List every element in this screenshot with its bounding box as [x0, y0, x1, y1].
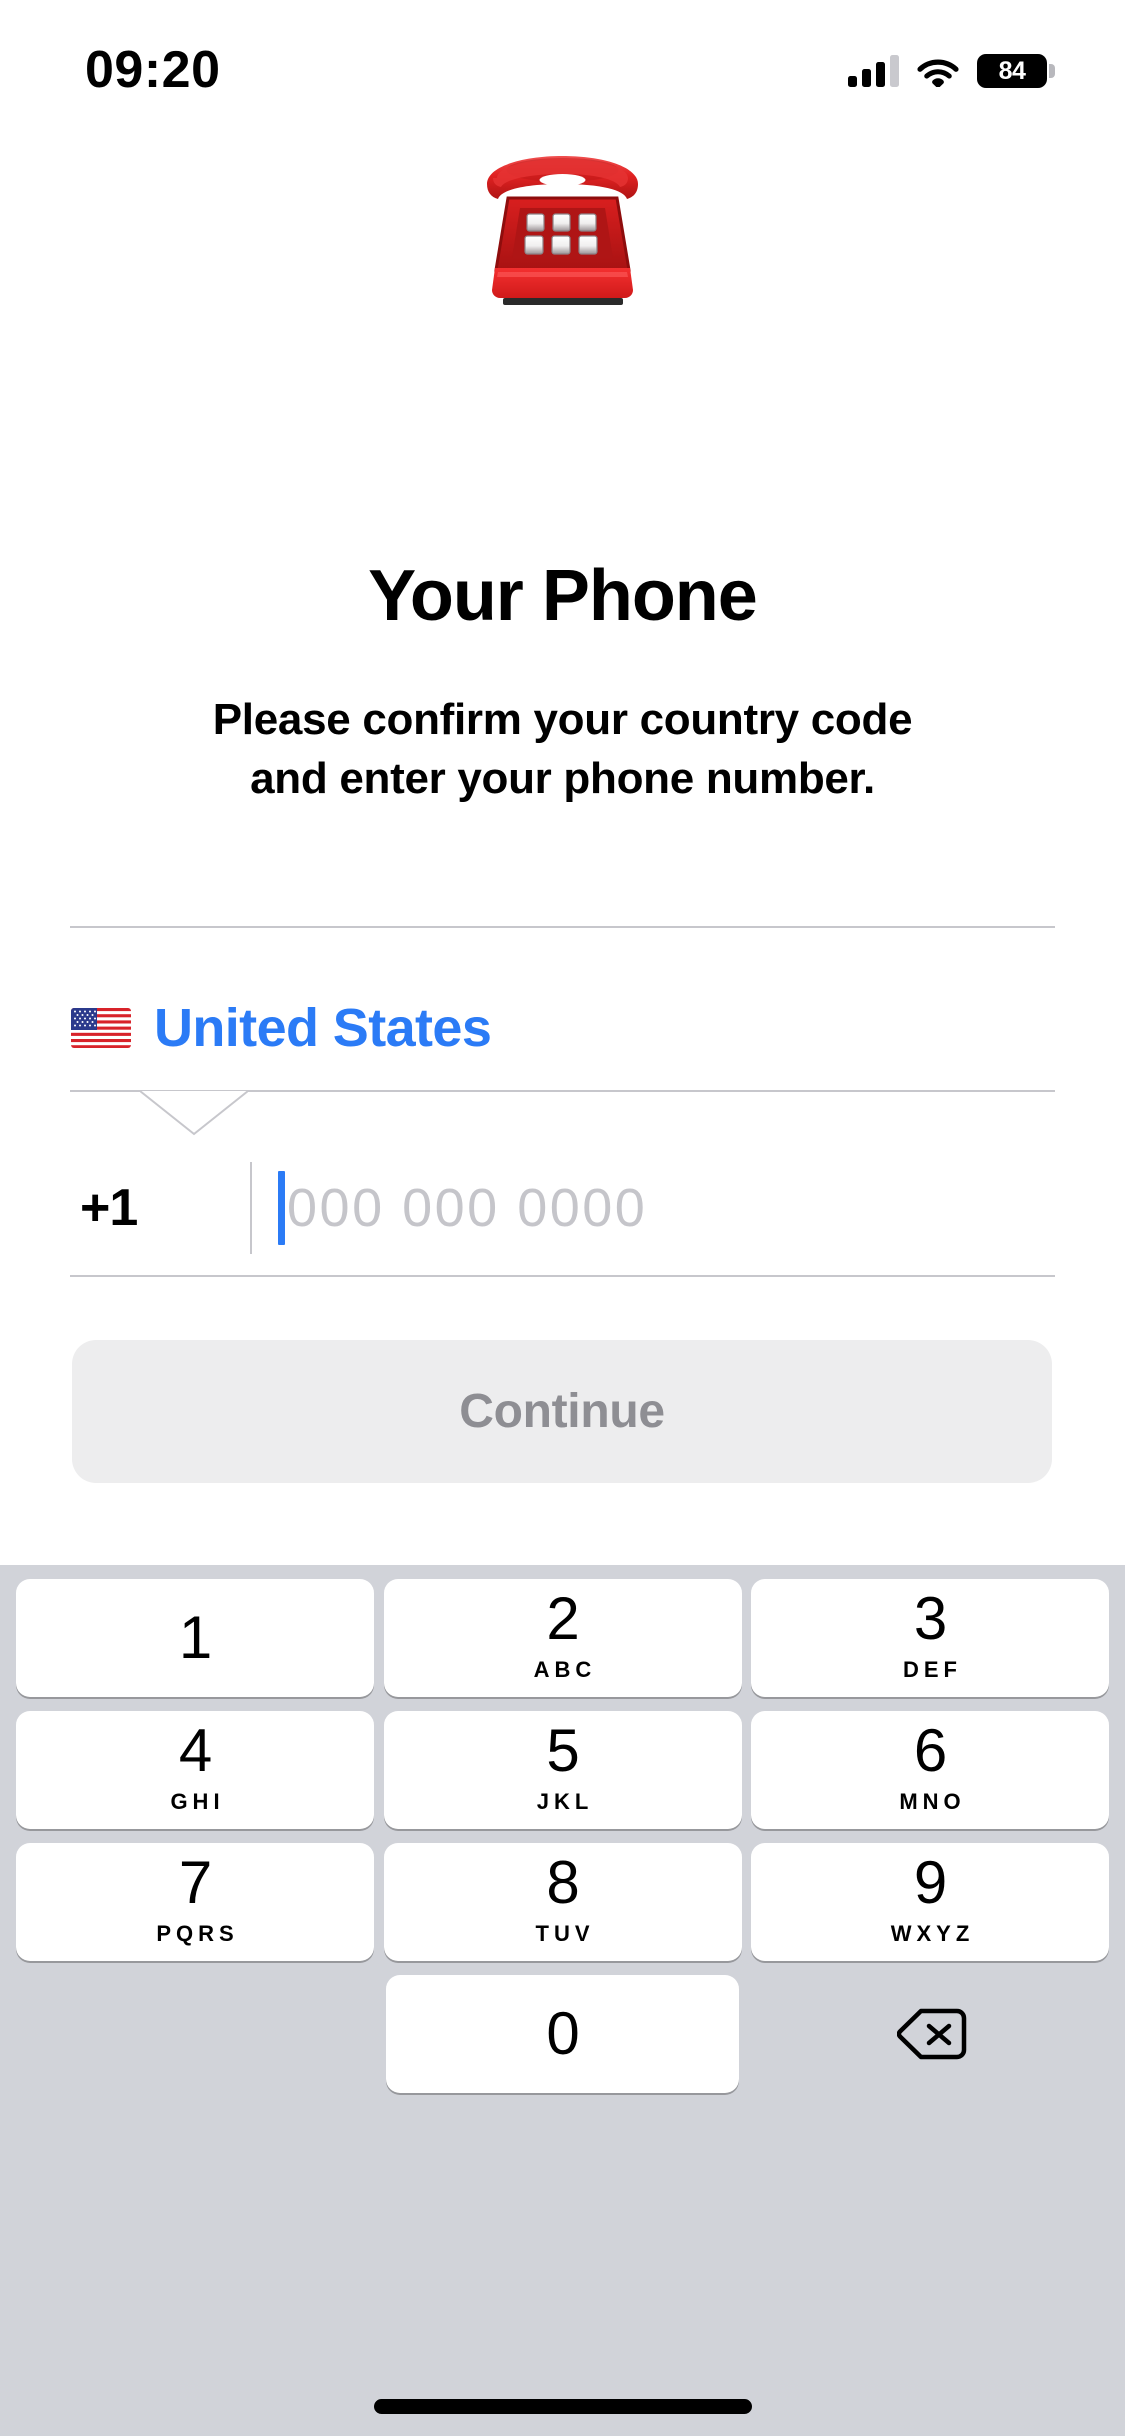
key-3[interactable]: 3 DEF — [751, 1579, 1109, 1697]
keyboard-row-2: 4 GHI 5 JKL 6 MNO — [0, 1711, 1125, 1829]
key-6[interactable]: 6 MNO — [751, 1711, 1109, 1829]
key-6-digit: 6 — [913, 1717, 947, 1784]
keyboard-blank-slot — [16, 1975, 369, 2093]
key-4[interactable]: 4 GHI — [16, 1711, 374, 1829]
key-2[interactable]: 2 ABC — [383, 1579, 742, 1697]
backspace-delete-icon — [897, 2008, 967, 2060]
key-8[interactable]: 8 TUV — [383, 1843, 742, 1961]
battery-icon: 84 — [977, 54, 1055, 88]
key-0-digit: 0 — [546, 2000, 579, 2067]
dial-code-label: +1 — [80, 1179, 138, 1237]
country-selector[interactable]: United States — [70, 975, 1055, 1080]
key-0[interactable]: 0 — [385, 1975, 740, 2093]
status-bar: 09:20 84 — [0, 0, 1125, 132]
key-5-letters: JKL — [536, 1789, 594, 1814]
numeric-keyboard: 1 2 ABC 3 DEF 4 GHI 5 JKL 6 MNO 7 PQRS 8… — [0, 1565, 1125, 2436]
wifi-icon — [917, 59, 959, 87]
country-selector-notch-icon — [140, 1090, 248, 1140]
home-indicator[interactable] — [373, 2399, 752, 2414]
phone-number-input[interactable]: 000 000 0000 — [252, 1140, 1055, 1276]
key-8-letters: TUV — [535, 1921, 595, 1946]
backspace-delete-key[interactable] — [756, 1975, 1109, 2093]
key-7[interactable]: 7 PQRS — [16, 1843, 374, 1961]
page-subtitle-line-2: and enter your phone number. — [250, 754, 875, 804]
key-9[interactable]: 9 WXYZ — [751, 1843, 1109, 1961]
key-3-letters: DEF — [903, 1657, 962, 1682]
key-1-digit: 1 — [178, 1604, 212, 1671]
key-4-letters: GHI — [170, 1789, 225, 1814]
key-6-letters: MNO — [899, 1789, 966, 1814]
telephone-emoji-graphic — [487, 156, 638, 305]
status-bar-time: 09:20 — [85, 41, 221, 99]
key-1[interactable]: 1 — [16, 1579, 374, 1697]
key-7-letters: PQRS — [156, 1921, 239, 1946]
country-name-label: United States — [154, 997, 492, 1058]
divider-above-country — [70, 926, 1055, 928]
keyboard-row-3: 7 PQRS 8 TUV 9 WXYZ — [0, 1843, 1125, 1961]
key-7-digit: 7 — [178, 1849, 212, 1916]
phone-number-placeholder: 000 000 0000 — [287, 1178, 648, 1238]
page-subtitle-line-1: Please confirm your country code — [212, 695, 913, 744]
key-9-letters: WXYZ — [890, 1921, 975, 1946]
keyboard-row-4: 0 — [0, 1975, 1125, 2093]
key-2-digit: 2 — [546, 1585, 579, 1652]
text-caret — [278, 1171, 285, 1245]
key-8-digit: 8 — [546, 1849, 579, 1916]
page-subtitle: Please confirm your country code and ent… — [0, 690, 1125, 809]
key-5-digit: 5 — [546, 1717, 579, 1784]
keyboard-rows: 1 2 ABC 3 DEF 4 GHI 5 JKL 6 MNO 7 PQRS 8… — [0, 1579, 1125, 2107]
key-9-digit: 9 — [913, 1849, 947, 1916]
phone-number-row[interactable]: +1 000 000 0000 — [70, 1140, 1055, 1276]
page-title: Your Phone — [368, 556, 758, 636]
telephone-emoji — [0, 150, 1125, 315]
key-2-letters: ABC — [533, 1657, 597, 1682]
key-5[interactable]: 5 JKL — [383, 1711, 742, 1829]
keyboard-row-1: 1 2 ABC 3 DEF — [0, 1579, 1125, 1697]
united-states-flag-emoji — [71, 1007, 131, 1048]
divider-below-phone — [70, 1275, 1055, 1277]
key-4-digit: 4 — [178, 1717, 212, 1784]
continue-button[interactable]: Continue — [72, 1340, 1052, 1483]
cellular-signal-icon — [848, 55, 899, 87]
battery-percent-label: 84 — [998, 56, 1026, 85]
status-bar-indicators: 84 — [848, 54, 1055, 88]
key-3-digit: 3 — [913, 1585, 947, 1652]
